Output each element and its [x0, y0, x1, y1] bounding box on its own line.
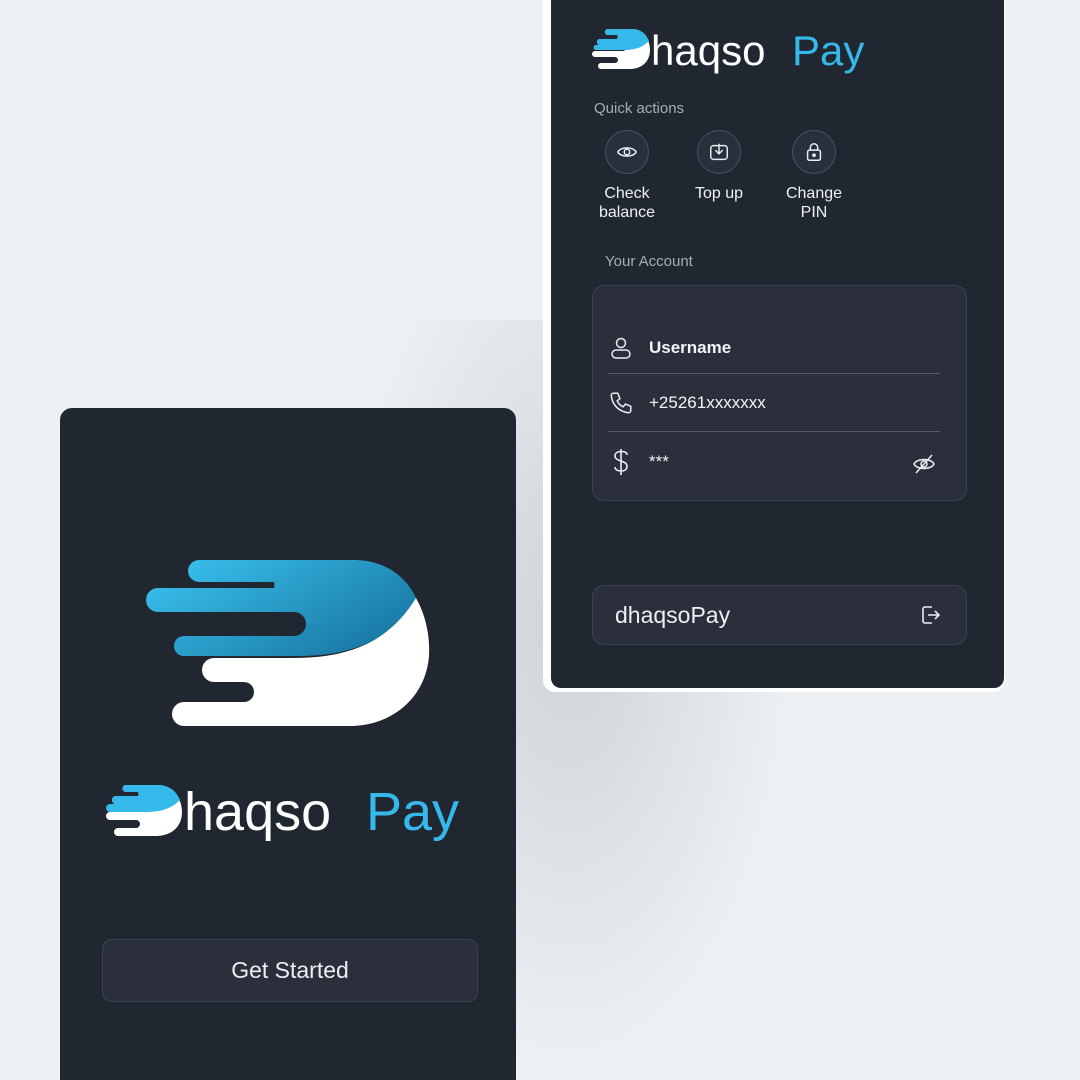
eye-icon	[605, 130, 649, 174]
phone-number-text: +25261xxxxxxx	[649, 393, 766, 412]
top-up-action[interactable]: Top up	[664, 130, 774, 203]
dollar-icon	[608, 449, 634, 475]
username-text: Username	[649, 338, 732, 357]
logout-icon[interactable]	[916, 601, 944, 629]
quick-actions-label: Quick actions	[594, 100, 685, 117]
eye-off-icon[interactable]	[912, 452, 938, 478]
change-pin-action[interactable]: Change PIN	[759, 130, 869, 222]
balance-masked-text: ***	[649, 452, 669, 471]
phone-icon	[608, 390, 634, 416]
brand-name-text: dhaqsoPay	[615, 601, 731, 628]
username-row: Username	[608, 326, 938, 370]
wordmark-dark-text: haqso	[651, 27, 765, 74]
dhaqsopay-wordmark: haqso Pay	[106, 782, 459, 842]
get-started-button[interactable]: Get Started	[102, 939, 478, 1002]
phone-row: +25261xxxxxxx	[608, 381, 938, 425]
wordmark-accent-text: Pay	[366, 782, 459, 842]
account-divider	[608, 373, 940, 374]
lock-icon	[792, 130, 836, 174]
dhaqsopay-wordmark: haqso Pay	[592, 27, 864, 74]
your-account-label: Your Account	[605, 253, 693, 270]
account-card: Username +25261xxxxxxx ***	[592, 285, 967, 501]
change-pin-label: Change PIN	[785, 185, 843, 221]
download-icon	[697, 130, 741, 174]
top-up-label: Top up	[694, 185, 744, 202]
user-icon	[608, 335, 634, 361]
splash-screen: haqso Pay Get Started	[60, 408, 516, 1080]
brand-footer-bar: dhaqsoPay	[592, 585, 967, 645]
dhaqso-mark-icon	[146, 560, 430, 726]
wordmark-accent-text: Pay	[792, 27, 864, 74]
balance-row: ***	[608, 440, 938, 484]
wordmark-mark-icon	[106, 785, 182, 836]
dashboard-screen: haqso Pay Quick actions Check balance To…	[551, 0, 1004, 688]
account-divider	[608, 431, 940, 432]
wordmark-dark-text: haqso	[184, 782, 331, 842]
wordmark-mark-icon	[592, 29, 650, 69]
